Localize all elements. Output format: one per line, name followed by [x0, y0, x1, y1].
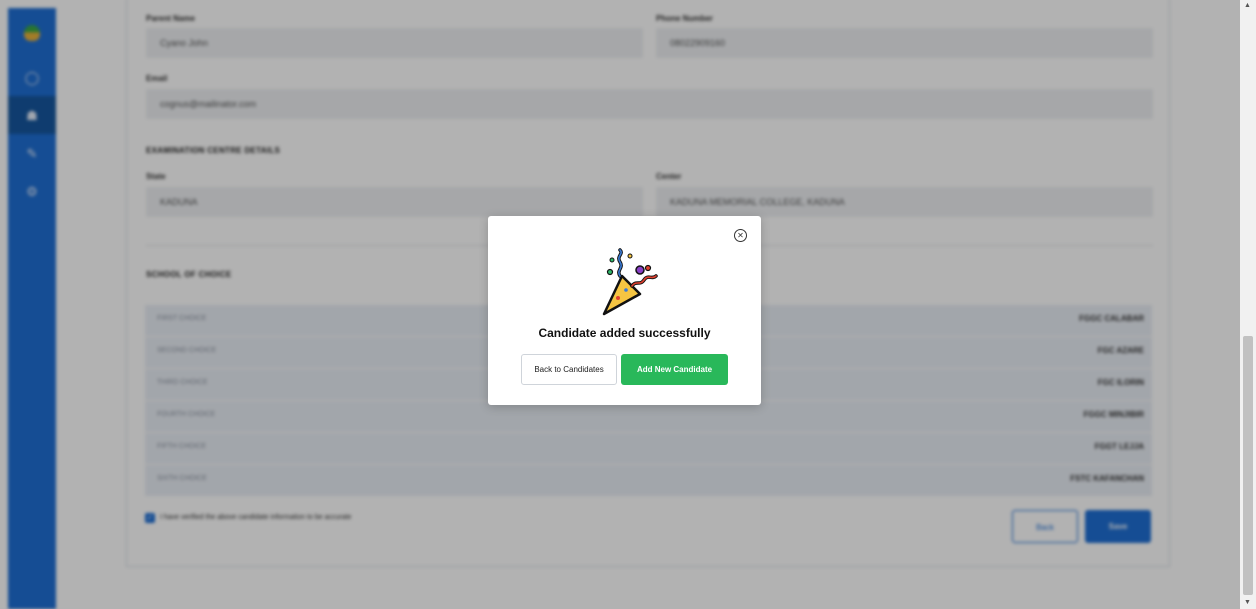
scroll-thumb[interactable]	[1243, 336, 1253, 595]
scroll-down-icon[interactable]: ▼	[1244, 599, 1251, 606]
close-icon[interactable]: ✕	[734, 229, 747, 242]
add-new-candidate-button[interactable]: Add New Candidate	[621, 354, 728, 385]
modal-title: Candidate added successfully	[538, 326, 711, 340]
success-modal: ✕ Candidate added successfully Back to C…	[488, 216, 761, 405]
party-popper-icon	[602, 248, 658, 316]
scroll-up-icon[interactable]: ▲	[1244, 2, 1251, 9]
scrollbar[interactable]: ▲ ▼	[1240, 0, 1256, 609]
back-to-candidates-button[interactable]: Back to Candidates	[521, 354, 617, 385]
